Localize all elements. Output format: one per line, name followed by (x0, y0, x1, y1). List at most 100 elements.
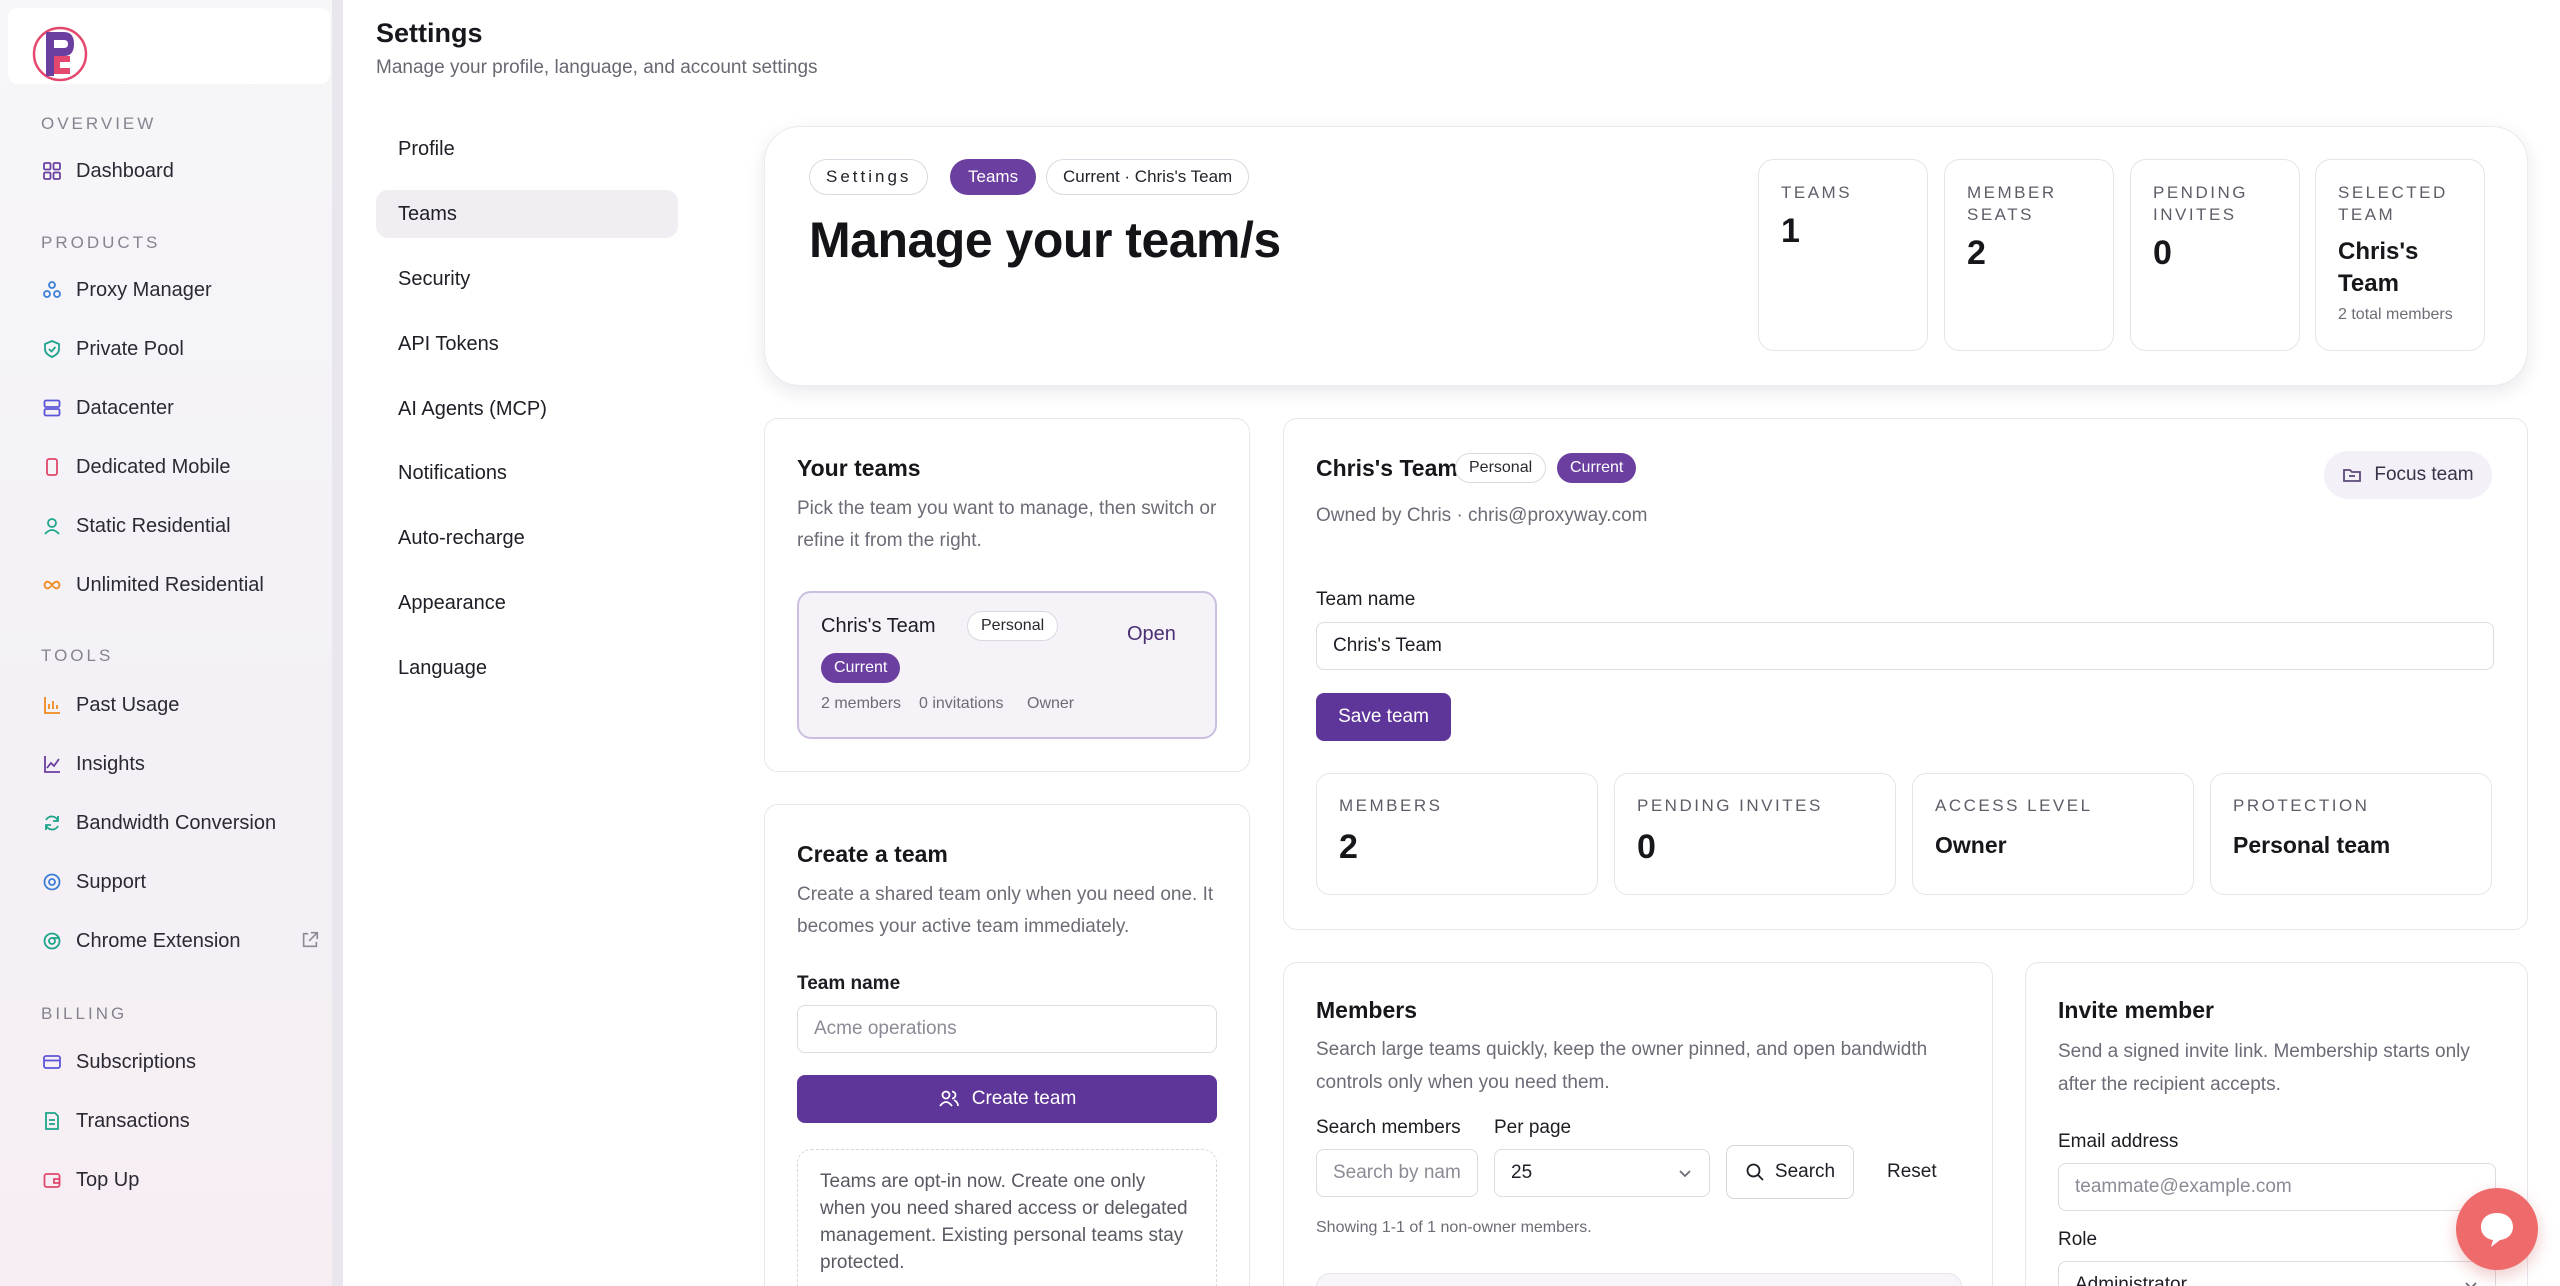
stat-label: MEMBER SEATS (1967, 183, 2057, 224)
role-select[interactable]: Administrator (2058, 1261, 2496, 1286)
sidebar-item-support[interactable]: Support (24, 859, 324, 905)
team-owner-line: Owned by Chris · chris@proxyway.com (1316, 505, 1648, 526)
settings-nav-appearance[interactable]: Appearance (376, 579, 678, 627)
card-title: Members (1316, 997, 1417, 1023)
shield-icon (44, 340, 60, 358)
stat-label: ACCESS LEVEL (1935, 796, 2093, 815)
team-members-count: 2 members (821, 695, 902, 712)
sidebar-item-bandwidth-conversion[interactable]: Bandwidth Conversion (24, 800, 324, 846)
sidebar-item-label: Dashboard (76, 159, 174, 182)
sidebar-item-label: Transactions (76, 1109, 190, 1132)
team-invitations-count: 0 invitations (919, 695, 1004, 712)
sidebar-item-static-residential[interactable]: Static Residential (24, 503, 324, 549)
brand-logo[interactable] (30, 24, 90, 84)
sidebar-item-label: Past Usage (76, 693, 180, 716)
sidebar-item-label: Bandwidth Conversion (76, 811, 277, 834)
users-icon (938, 1090, 959, 1107)
folder-icon (2343, 469, 2362, 482)
settings-nav-ai-agents[interactable]: AI Agents (MCP) (376, 385, 678, 433)
sidebar-item-past-usage[interactable]: Past Usage (24, 682, 324, 728)
bar-chart-icon (44, 697, 60, 714)
role-label: Role (2058, 1229, 2098, 1250)
team-name-input[interactable] (1316, 622, 2494, 670)
team-tile[interactable]: Chris's Team Personal Current Open 2 mem… (797, 591, 1217, 739)
stat-value: 1 (1781, 212, 1800, 250)
sidebar-item-label: Datacenter (76, 396, 174, 419)
per-page-label: Per page (1494, 1117, 1572, 1138)
sidebar-item-proxy-manager[interactable]: Proxy Manager (24, 267, 324, 313)
stat-value: 0 (2153, 234, 2172, 272)
receipt-icon (45, 1112, 59, 1130)
stat-value: Owner (1935, 832, 2007, 858)
settings-nav-profile[interactable]: Profile (376, 125, 678, 173)
save-team-button[interactable]: Save team (1316, 693, 1451, 741)
stat-label: PENDING INVITES (2153, 183, 2248, 224)
sidebar-divider (332, 0, 343, 1286)
reset-button[interactable]: Reset (1887, 1161, 1937, 1183)
page-title: Settings (376, 18, 483, 48)
stat-label: SELECTED TEAM (2338, 183, 2448, 224)
settings-nav-auto-recharge[interactable]: Auto-recharge (376, 514, 678, 562)
open-team-link[interactable]: Open (1127, 623, 1176, 646)
email-address-label: Email address (2058, 1131, 2179, 1152)
settings-nav-teams[interactable]: Teams (376, 190, 678, 238)
settings-nav-security[interactable]: Security (376, 255, 678, 303)
per-page-value: 25 (1511, 1162, 1533, 1183)
sidebar-item-label: Insights (76, 752, 145, 775)
detail-stat-access-level: ACCESS LEVEL Owner (1912, 773, 2194, 895)
members-showing-text: Showing 1-1 of 1 non-owner members. (1316, 1219, 1592, 1236)
sidebar-item-transactions[interactable]: Transactions (24, 1098, 324, 1144)
create-team-card: Create a team Create a shared team only … (764, 804, 1250, 1286)
tag-current: Current (821, 653, 901, 683)
sidebar-item-private-pool[interactable]: Private Pool (24, 326, 324, 372)
sidebar-item-subscriptions[interactable]: Subscriptions (24, 1039, 324, 1085)
settings-nav-api-tokens[interactable]: API Tokens (376, 320, 678, 368)
stat-label: MEMBERS (1339, 796, 1443, 815)
logo-area (8, 8, 330, 84)
team-detail-name: Chris's Team (1316, 455, 1458, 481)
sidebar-item-chrome-extension[interactable]: Chrome Extension (24, 918, 324, 964)
nodes-icon (43, 281, 61, 298)
breadcrumb-settings[interactable]: Settings (809, 159, 929, 195)
stat-pending-invites: PENDING INVITES 0 (2130, 159, 2300, 351)
stat-value: 2 (1967, 234, 1986, 272)
breadcrumb-current-team: Current · Chris's Team (1046, 159, 1250, 195)
focus-team-button[interactable]: Focus team (2324, 451, 2492, 499)
sidebar-item-datacenter[interactable]: Datacenter (24, 385, 324, 431)
stat-value: Personal team (2233, 832, 2391, 858)
stat-label: PROTECTION (2233, 796, 2370, 815)
sidebar-item-label: Proxy Manager (76, 278, 212, 301)
new-team-name-input[interactable] (797, 1005, 1217, 1053)
stat-teams: TEAMS 1 (1758, 159, 1928, 351)
search-icon (1746, 1163, 1764, 1181)
sidebar-item-insights[interactable]: Insights (24, 741, 324, 787)
user-pin-icon (44, 518, 60, 535)
search-members-button[interactable]: Search (1726, 1145, 1854, 1199)
card-description: Create a shared team only when you need … (797, 884, 1214, 937)
create-team-button[interactable]: Create team (797, 1075, 1217, 1123)
per-page-select[interactable]: 25 (1494, 1149, 1710, 1197)
sidebar: OVERVIEW Dashboard PRODUCTS Proxy Manage… (0, 0, 343, 1286)
member-row[interactable] (1316, 1273, 1962, 1286)
sidebar-item-top-up[interactable]: Top Up (24, 1157, 324, 1203)
chat-support-button[interactable] (2456, 1188, 2538, 1270)
tag-personal: Personal (1455, 453, 1547, 483)
chat-icon (2481, 1213, 2513, 1247)
section-label-tools: TOOLS (41, 646, 114, 665)
focus-team-label: Focus team (2374, 464, 2474, 485)
invite-member-card: Invite member Send a signed invite link.… (2025, 962, 2528, 1286)
settings-nav-language[interactable]: Language (376, 644, 678, 692)
sidebar-item-dashboard[interactable]: Dashboard (24, 148, 324, 194)
breadcrumb-teams[interactable]: Teams (950, 159, 1037, 195)
sidebar-item-dedicated-mobile[interactable]: Dedicated Mobile (24, 444, 324, 490)
sidebar-item-unlimited-residential[interactable]: Unlimited Residential (24, 562, 324, 608)
search-members-input[interactable] (1316, 1149, 1478, 1197)
card-title: Create a team (797, 841, 948, 867)
team-name-label: Team name (797, 973, 901, 994)
stat-value: 0 (1637, 828, 1656, 866)
create-team-label: Create team (971, 1088, 1077, 1109)
settings-nav-notifications[interactable]: Notifications (376, 449, 678, 497)
invite-email-input[interactable] (2058, 1163, 2496, 1211)
stat-value: Chris's Team (2338, 238, 2419, 297)
role-value: Administrator (2075, 1274, 2187, 1286)
